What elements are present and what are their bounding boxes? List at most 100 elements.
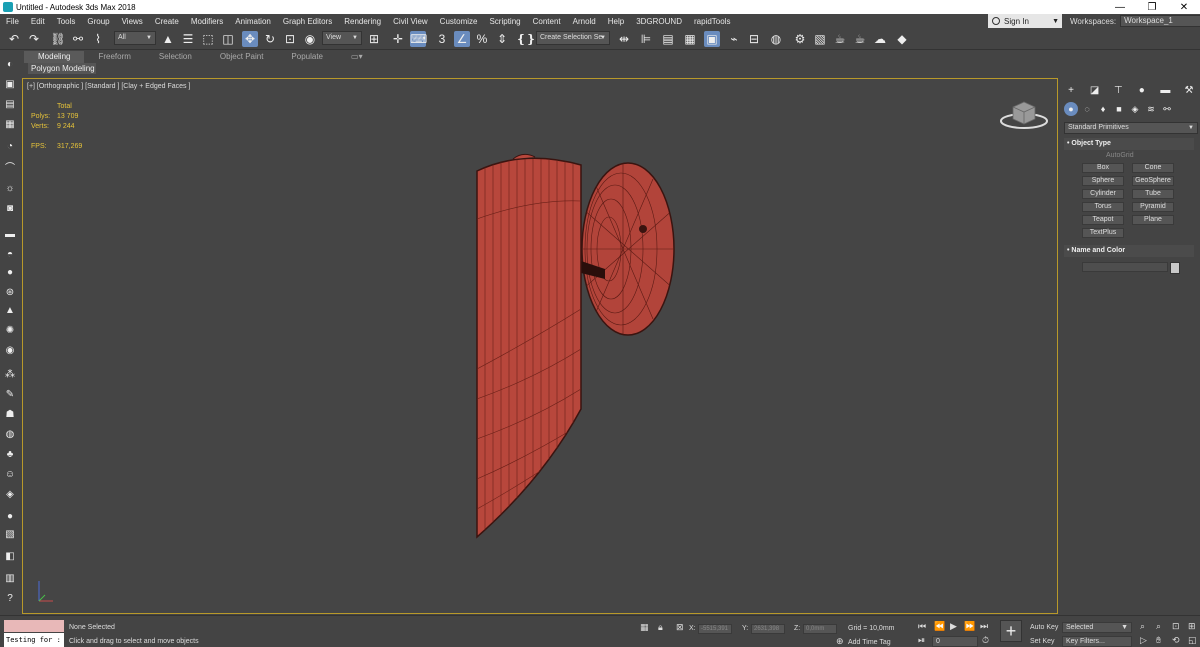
- mirror-icon[interactable]: ⇹: [616, 31, 632, 47]
- absolute-mode-icon[interactable]: ⊠: [676, 622, 684, 633]
- maxscript-input[interactable]: Testing for :: [4, 633, 64, 647]
- selection-lock-icon[interactable]: 🔒︎: [658, 622, 663, 633]
- zoom-extents-all-icon[interactable]: ⊞: [1188, 621, 1196, 632]
- space-warps-category-icon[interactable]: ≋: [1144, 102, 1158, 116]
- space-warps-filter-icon[interactable]: ▲: [3, 304, 17, 318]
- cameras-filter-icon[interactable]: ◙: [3, 202, 17, 216]
- character-icon[interactable]: ☺: [3, 468, 17, 482]
- select-by-name-icon[interactable]: ☰: [180, 31, 196, 47]
- create-tab-icon[interactable]: +: [1064, 84, 1078, 98]
- menu-content[interactable]: Content: [527, 17, 567, 26]
- layer-icon[interactable]: ▧: [3, 528, 17, 542]
- material-editor-icon[interactable]: ◍: [768, 31, 784, 47]
- zoom-extents-icon[interactable]: ⊡: [1172, 621, 1180, 632]
- menu-modifiers[interactable]: Modifiers: [185, 17, 229, 26]
- hierarchy-tab-icon[interactable]: ⊤: [1111, 84, 1125, 98]
- display-tab-icon[interactable]: ▬: [1158, 84, 1172, 98]
- ribbon-polygon-modeling[interactable]: Polygon Modeling: [28, 63, 96, 74]
- tab-populate[interactable]: Populate: [277, 51, 337, 63]
- shapes-category-icon[interactable]: ◌: [1080, 102, 1094, 116]
- menu-animation[interactable]: Animation: [229, 17, 277, 26]
- render-setup-icon[interactable]: ⚙: [792, 31, 808, 47]
- align-icon[interactable]: ⊫: [638, 31, 654, 47]
- scene-explorer-icon[interactable]: ▤: [660, 31, 676, 47]
- viewport-orthographic[interactable]: [+] [Orthographic ] [Standard ] [Clay + …: [22, 78, 1058, 614]
- object-type-rollout[interactable]: • Object Type: [1064, 138, 1194, 150]
- current-frame-input[interactable]: 0: [932, 636, 978, 647]
- pivot-center-icon[interactable]: ⊞: [366, 31, 382, 47]
- angle-snap-icon[interactable]: ∠: [454, 31, 470, 47]
- rendered-frame-window-icon[interactable]: ▧: [812, 31, 828, 47]
- helpers-filter-icon[interactable]: ⊛: [3, 286, 17, 300]
- help-circle-icon[interactable]: ?: [3, 592, 17, 606]
- particle-icon[interactable]: ⁂: [3, 368, 17, 382]
- select-manipulate-icon[interactable]: ✛: [390, 31, 406, 47]
- field-of-view-icon[interactable]: ▷: [1140, 635, 1147, 646]
- spinner-snap-icon[interactable]: ⇕: [494, 31, 510, 47]
- tab-freeform[interactable]: Freeform: [84, 51, 144, 63]
- menu-customize[interactable]: Customize: [434, 17, 484, 26]
- bind-space-warp-icon[interactable]: ⌇: [90, 31, 106, 47]
- z-coordinate-input[interactable]: 0,0mm: [803, 624, 837, 634]
- previous-frame-icon[interactable]: ⏪: [934, 621, 945, 632]
- menu-civil-view[interactable]: Civil View: [387, 17, 434, 26]
- motion-tab-icon[interactable]: ●: [1135, 84, 1149, 98]
- utilities-tab-icon[interactable]: ⚒: [1182, 84, 1196, 98]
- close-button[interactable]: ✕: [1168, 2, 1200, 13]
- viewport-label[interactable]: [+] [Orthographic ] [Standard ] [Clay + …: [27, 83, 190, 90]
- toggle-icon[interactable]: ◧: [3, 550, 17, 564]
- helpers-category-icon[interactable]: ◈: [1128, 102, 1142, 116]
- maximize-button[interactable]: ❐: [1136, 2, 1168, 13]
- window-crossing-icon[interactable]: ◫: [220, 31, 236, 47]
- key-filters-button[interactable]: Key Filters...: [1062, 636, 1132, 647]
- pyramid-button[interactable]: Pyramid: [1132, 202, 1174, 212]
- menu-edit[interactable]: Edit: [25, 17, 51, 26]
- display-objects-icon[interactable]: ▦: [3, 118, 17, 132]
- rectangular-selection-icon[interactable]: ⬚: [200, 31, 216, 47]
- go-to-end-icon[interactable]: ⏭: [980, 621, 988, 632]
- lights-category-icon[interactable]: ♦: [1096, 102, 1110, 116]
- redo-icon[interactable]: ↷: [26, 31, 42, 47]
- menu-group[interactable]: Group: [81, 17, 115, 26]
- reference-coordinate-dropdown[interactable]: View ▼: [322, 31, 362, 45]
- sign-in-dropdown[interactable]: Sign In ▼: [988, 14, 1062, 28]
- cylinder-button[interactable]: Cylinder: [1082, 189, 1124, 199]
- systems-category-icon[interactable]: ⚯: [1160, 102, 1174, 116]
- next-frame-icon[interactable]: ⏩: [964, 621, 975, 632]
- key-mode-icon[interactable]: ⏯: [918, 635, 925, 646]
- menu-scripting[interactable]: Scripting: [483, 17, 526, 26]
- modify-tab-icon[interactable]: ◪: [1088, 84, 1102, 98]
- viewcube-icon[interactable]: [999, 97, 1049, 131]
- globe-icon[interactable]: ◍: [3, 428, 17, 442]
- render-sphere-icon[interactable]: ●: [3, 510, 17, 524]
- shapes-filter-icon[interactable]: ⌒: [3, 162, 17, 176]
- select-and-scale-icon[interactable]: ⊡: [282, 31, 298, 47]
- bone-tool-icon[interactable]: ✎: [3, 388, 17, 402]
- play-icon[interactable]: ▶: [950, 621, 957, 632]
- model-wireframe[interactable]: [463, 149, 683, 539]
- layer-explorer-icon[interactable]: ▦: [682, 31, 698, 47]
- set-key-button[interactable]: Set Key: [1030, 638, 1055, 645]
- select-object-icon[interactable]: ▲: [160, 31, 176, 47]
- cone-button[interactable]: Cone: [1132, 163, 1174, 173]
- cameras-category-icon[interactable]: ■: [1112, 102, 1126, 116]
- dome-icon[interactable]: ◓: [3, 248, 17, 262]
- minimize-button[interactable]: —: [1104, 2, 1136, 13]
- render-iterative-icon[interactable]: ☕: [852, 31, 868, 47]
- link-icon[interactable]: ⛓: [50, 31, 66, 47]
- pan-icon[interactable]: ✋︎: [1156, 635, 1161, 646]
- render-production-icon[interactable]: ☕: [832, 31, 848, 47]
- menu-file[interactable]: File: [0, 17, 25, 26]
- y-coordinate-input[interactable]: 2631,398: [751, 624, 785, 634]
- texture-icon[interactable]: ◈: [3, 488, 17, 502]
- go-to-start-icon[interactable]: ⏮: [918, 621, 926, 632]
- x-coordinate-input[interactable]: -5515,391: [698, 624, 732, 634]
- ribbon-options-icon[interactable]: ▭▾: [337, 51, 377, 63]
- sphere-filter-icon[interactable]: ●: [3, 266, 17, 280]
- menu-rendering[interactable]: Rendering: [338, 17, 387, 26]
- set-key-plus-button[interactable]: +: [1000, 620, 1022, 642]
- display-all-icon[interactable]: ▤: [3, 98, 17, 112]
- biped-icon[interactable]: ☗: [3, 408, 17, 422]
- auto-key-button[interactable]: Auto Key: [1030, 624, 1058, 631]
- tube-button[interactable]: Tube: [1132, 189, 1174, 199]
